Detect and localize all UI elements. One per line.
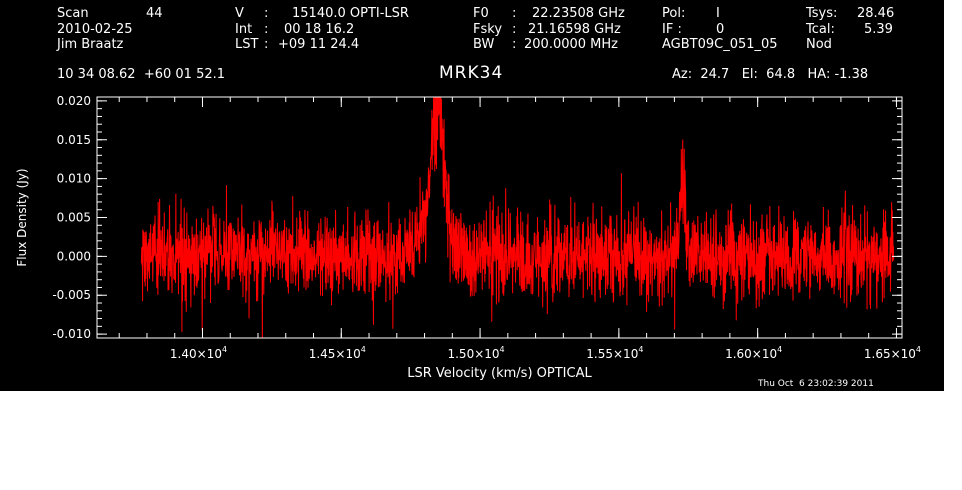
x-tick-label: 1.55×104 (586, 345, 643, 361)
y-tick-label: 0.000 (57, 249, 91, 263)
x-tick-label: 1.45×104 (309, 345, 366, 361)
y-tick-label: -0.005 (52, 288, 91, 302)
y-tick-label: -0.010 (52, 327, 91, 341)
x-tick-label: 1.50×104 (447, 345, 504, 361)
y-axis-label: Flux Density (Jy) (15, 168, 29, 266)
y-tick-label: 0.015 (57, 133, 91, 147)
axes-frame (96, 96, 903, 339)
spectrum-chart: -0.010 -0.005 0.000 0.005 0.010 0.015 0.020 1.4… (15, 94, 921, 381)
series-layer (140, 97, 895, 338)
x-tick-label: 1.40×104 (170, 345, 227, 361)
y-tick-label: 0.020 (57, 94, 91, 108)
x-tick-label: 1.65×104 (864, 345, 921, 361)
y-tick-label: 0.005 (57, 211, 91, 225)
x-tick-label: 1.60×104 (725, 345, 782, 361)
plot-timestamp: Thu Oct 6 23:02:39 2011 (758, 379, 874, 389)
y-tick-label: 0.010 (57, 172, 91, 186)
plot-panel: Scan 44 2010-02-25 Jim Braatz V : 15140.… (0, 0, 944, 391)
spectrum-series-line (140, 97, 895, 338)
x-axis-label: LSR Velocity (km/s) OPTICAL (407, 366, 592, 381)
